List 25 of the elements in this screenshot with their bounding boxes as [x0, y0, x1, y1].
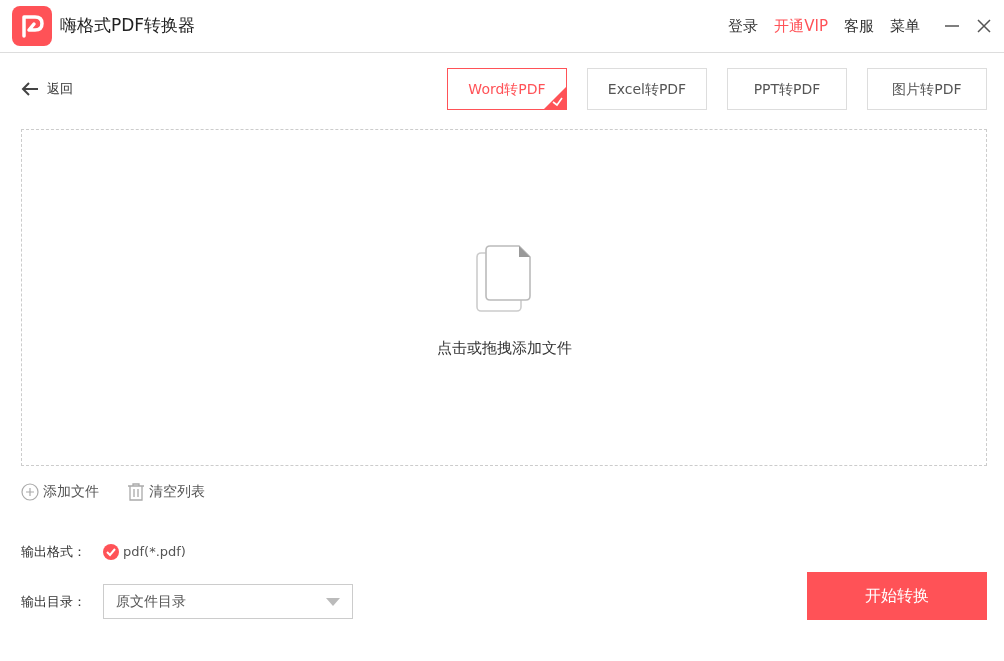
app-logo-icon — [12, 6, 52, 46]
directory-dropdown[interactable]: 原文件目录 — [103, 584, 353, 619]
add-file-button[interactable]: 添加文件 — [21, 481, 99, 502]
conversion-tab[interactable]: Excel转PDF — [587, 68, 707, 110]
selected-check-icon — [544, 87, 566, 109]
clear-list-button[interactable]: 清空列表 — [127, 481, 205, 502]
check-circle-icon[interactable] — [103, 543, 119, 560]
documents-icon — [476, 245, 532, 314]
conversion-tab[interactable]: 图片转PDF — [867, 68, 987, 110]
menu-link[interactable]: 菜单 — [890, 14, 920, 38]
menu-link[interactable]: 登录 — [728, 14, 759, 38]
format-option: pdf(*.pdf) — [123, 542, 186, 562]
drop-hint-text: 点击或拖拽添加文件 — [436, 338, 572, 360]
conversion-tab[interactable]: PPT转PDF — [727, 68, 847, 110]
menu-link[interactable]: 客服 — [844, 14, 874, 38]
caret-icon — [326, 597, 340, 606]
field-label: 输出格式： — [21, 543, 87, 561]
back-arrow-icon — [21, 81, 39, 97]
plus-circle-icon — [21, 482, 39, 501]
field-label: 输出目录： — [21, 592, 87, 611]
close-icon[interactable] — [976, 18, 992, 34]
window-title: 嗨格式PDF转换器 — [60, 14, 196, 38]
drop-zone[interactable]: 点击或拖拽添加文件 — [21, 129, 987, 466]
trash-icon — [127, 482, 145, 501]
back-button[interactable]: 返回 — [21, 79, 73, 99]
